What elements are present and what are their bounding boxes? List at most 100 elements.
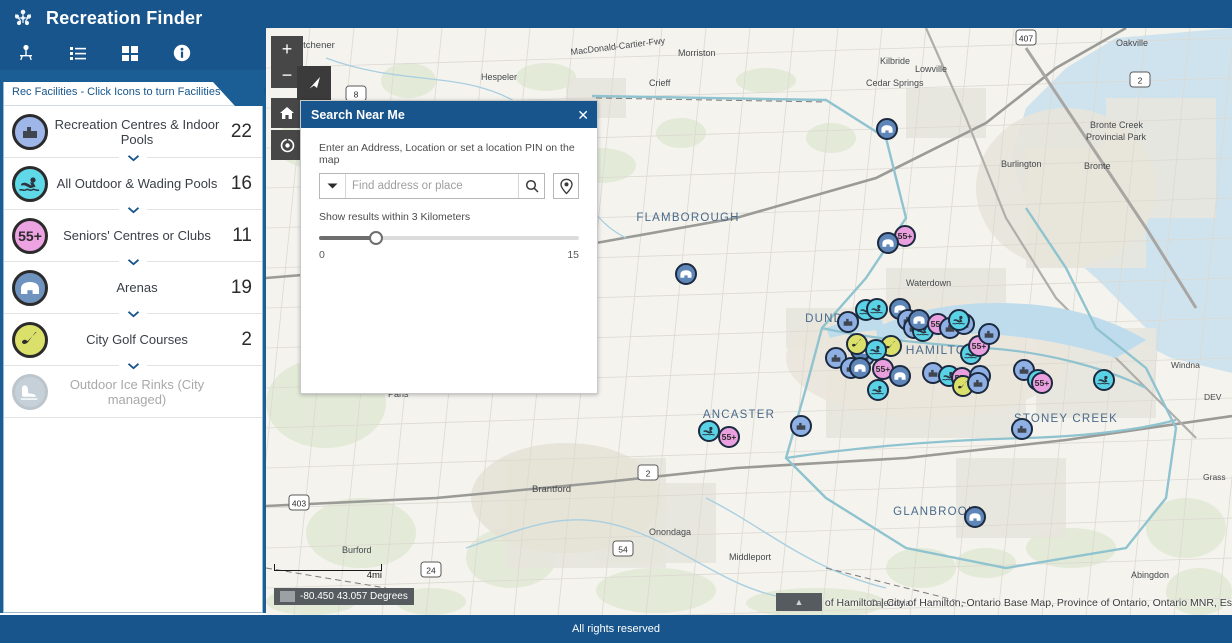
map-marker-rec[interactable]: [978, 323, 1000, 345]
route-shield: 407: [1015, 29, 1037, 46]
my-location-icon[interactable]: [271, 130, 303, 160]
seniors-55-icon: 55+: [720, 431, 738, 442]
map-marker-rec[interactable]: [790, 415, 812, 437]
recreation-centre-icon[interactable]: [12, 113, 48, 150]
arena-icon: [853, 362, 868, 374]
ice-skate-icon[interactable]: [12, 373, 48, 410]
chevron-down-icon[interactable]: [320, 174, 346, 198]
slider-knob[interactable]: [369, 231, 384, 245]
facility-row-3[interactable]: Arenas 19: [4, 262, 262, 321]
facility-label: City Golf Courses: [86, 332, 188, 347]
arena-icon: [880, 123, 895, 135]
facilities-panel: Rec Facilities - Click Icons to turn Fac…: [3, 82, 271, 613]
map-marker-arena[interactable]: [877, 232, 899, 254]
chevron-down-icon[interactable]: [119, 150, 147, 165]
scale-bar: 4mi: [274, 564, 382, 581]
map-marker-pool[interactable]: [1093, 369, 1115, 391]
facility-row-5[interactable]: Outdoor Ice Rinks (City managed): [4, 366, 262, 418]
map-marker-arena[interactable]: [675, 263, 697, 285]
arena-icon[interactable]: [12, 269, 48, 306]
map-marker-arena[interactable]: [889, 365, 911, 387]
map-marker-seniors[interactable]: 55+: [1031, 372, 1053, 394]
map-place-label: Morriston: [678, 48, 716, 58]
map-place-label: Kilbride: [880, 56, 910, 66]
facility-label: Outdoor Ice Rinks (City managed): [69, 376, 205, 407]
route-shield: 2: [1129, 71, 1151, 88]
map-marker-pool[interactable]: [867, 379, 889, 401]
chevron-down-icon[interactable]: [119, 202, 147, 217]
radius-slider[interactable]: [319, 231, 579, 245]
map-place-label: Abingdon: [1131, 570, 1169, 580]
chevron-down-icon[interactable]: [119, 254, 147, 269]
close-icon[interactable]: ✕: [577, 108, 589, 122]
map-place-label: itchener: [301, 40, 335, 51]
svg-text:8: 8: [354, 90, 359, 100]
map-marker-arena[interactable]: [876, 118, 898, 140]
route-shield: 8: [345, 85, 367, 102]
svg-text:54: 54: [618, 545, 628, 555]
compass-north-icon[interactable]: [297, 66, 331, 100]
arena-icon: [679, 268, 694, 280]
dialog-header: Search Near Me ✕: [301, 101, 597, 128]
zoom-in-button[interactable]: +: [271, 36, 303, 62]
coordinates-widget[interactable]: -80.450 43.057 Degrees: [274, 588, 414, 605]
list-icon[interactable]: [52, 36, 104, 70]
map-marker-rec[interactable]: [837, 311, 859, 333]
radius-slider-label: Show results within 3 Kilometers: [319, 211, 471, 223]
chevron-down-icon[interactable]: [119, 358, 147, 373]
attribution-toggle[interactable]: ▲: [776, 593, 822, 611]
facility-row-4[interactable]: City Golf Courses 2: [4, 314, 262, 373]
map-marker-golf[interactable]: [846, 333, 868, 355]
recreation-centre-icon: [982, 327, 996, 341]
locate-person-icon[interactable]: [0, 36, 52, 70]
facility-label: Arenas: [116, 280, 158, 295]
map-marker-seniors[interactable]: 55+: [718, 426, 740, 448]
arena-icon: [912, 314, 927, 326]
map-place-label: Oakville: [1116, 38, 1148, 48]
map-marker-arena[interactable]: [964, 506, 986, 528]
facility-label: Seniors' Centres or Clubs: [63, 228, 211, 243]
route-shield: 24: [420, 561, 442, 578]
map-place-label: Hespeler: [481, 72, 517, 82]
dialog-hint: Enter an Address, Location or set a loca…: [319, 142, 575, 166]
map-view[interactable]: itchener Hespeler MacDonald-Cartier-Fwy Mor…: [266, 28, 1232, 615]
seniors-55-icon[interactable]: 55+: [12, 217, 48, 254]
facility-count: 2: [241, 328, 252, 350]
map-place-label: Crieff: [649, 78, 671, 88]
map-marker-pool[interactable]: [866, 298, 888, 320]
facility-count: 22: [230, 120, 252, 142]
info-icon[interactable]: [156, 36, 208, 70]
map-marker-pool[interactable]: [698, 420, 720, 442]
map-marker-rec[interactable]: [1011, 418, 1033, 440]
search-box: [319, 173, 545, 199]
map-marker-arena[interactable]: [849, 357, 871, 379]
facility-row-0[interactable]: Recreation Centres & Indoor Pools 22: [4, 106, 262, 165]
facility-row-2[interactable]: 55+ Seniors' Centres or Clubs 11: [4, 210, 262, 269]
map-place-label: Waterdown: [906, 278, 951, 288]
swimmer-icon[interactable]: [12, 165, 48, 202]
map-region-label: ANCASTER: [703, 409, 775, 421]
search-input[interactable]: [346, 175, 518, 197]
golf-icon[interactable]: [12, 321, 48, 358]
swimmer-icon: [871, 383, 886, 397]
facility-label: Recreation Centres & Indoor Pools: [54, 116, 220, 147]
arena-icon: [881, 237, 896, 249]
app-root: Recreation Finder Rec Facilities - Click…: [0, 0, 1232, 643]
home-icon[interactable]: [271, 98, 303, 128]
map-marker-pool[interactable]: [948, 309, 970, 331]
svg-text:2: 2: [646, 469, 651, 479]
grid-icon[interactable]: [104, 36, 156, 70]
facility-count: 16: [230, 172, 252, 194]
dialog-body: Enter an Address, Location or set a loca…: [301, 128, 597, 261]
map-pin-icon[interactable]: [553, 173, 579, 199]
app-title: Recreation Finder: [46, 7, 203, 28]
map-attribution: of Hamilton | City of Hamilton, Ontario …: [824, 597, 1232, 609]
crosshair-icon: [280, 591, 295, 602]
search-icon[interactable]: [518, 174, 544, 198]
map-place-label: Bronte Creek: [1090, 120, 1144, 130]
dialog-title: Search Near Me: [311, 107, 405, 122]
svg-text:55+: 55+: [18, 228, 42, 244]
facility-row-1[interactable]: All Outdoor & Wading Pools 16: [4, 158, 262, 217]
chevron-down-icon[interactable]: [119, 306, 147, 321]
map-marker-rec[interactable]: [967, 372, 989, 394]
